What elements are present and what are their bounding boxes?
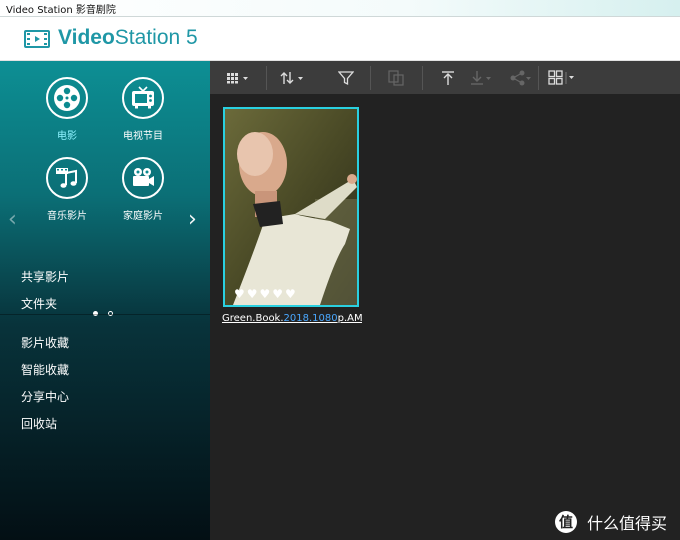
category-label: 音乐影片 [47, 211, 87, 222]
toolbar-separator [422, 66, 423, 90]
watermark: 值 什么值得买 [555, 510, 667, 534]
toolbar-separator [370, 66, 371, 90]
copy-icon [388, 69, 404, 86]
video-title-link[interactable]: Green.Book.2018.1080p.AM... [222, 313, 362, 324]
rating-hearts[interactable]: ♥♥♥♥♥ [234, 287, 298, 301]
sidebar-divider [0, 314, 210, 315]
toolbar [210, 61, 680, 94]
category-music-videos[interactable]: 音乐影片 [31, 157, 103, 222]
download-icon [471, 70, 491, 85]
layout-button[interactable] [546, 61, 580, 94]
upload-icon [442, 70, 454, 85]
film-reel-icon [46, 77, 88, 119]
sidebar-item-shared-videos[interactable]: 共享影片 [21, 268, 69, 285]
video-thumbnail[interactable]: ♥♥♥♥♥ [223, 107, 359, 307]
category-tv[interactable]: 电视节目 [107, 77, 179, 142]
category-home-videos[interactable]: 家庭影片 [107, 157, 179, 222]
grid-view-icon [227, 72, 248, 83]
filter-icon [338, 70, 354, 85]
content-area: ♥♥♥♥♥ Green.Book.2018.1080p.AM... [210, 94, 680, 540]
carousel-prev-icon[interactable]: ‹ [8, 207, 17, 232]
download-button[interactable] [466, 61, 496, 94]
music-video-icon [46, 157, 88, 199]
sidebar: ‹ › 电影 电视节目 音乐影片 家庭影片 共享影片 文件夹 影片收藏 智能收藏… [0, 61, 210, 540]
sidebar-item-folders[interactable]: 文件夹 [21, 295, 57, 312]
copy-button[interactable] [382, 61, 410, 94]
carousel-next-icon[interactable]: › [188, 207, 197, 232]
sidebar-item-share-center[interactable]: 分享中心 [21, 388, 69, 405]
layout-icon [548, 69, 574, 85]
category-label: 电视节目 [123, 131, 163, 142]
carousel-pagination [93, 301, 123, 320]
sort-button[interactable] [276, 61, 310, 94]
share-icon [510, 70, 531, 85]
grid-view-button[interactable] [224, 61, 254, 94]
poster-image [225, 109, 357, 305]
sidebar-item-smart-collections[interactable]: 智能收藏 [21, 361, 69, 378]
toolbar-separator [538, 66, 539, 90]
film-logo-icon [24, 30, 50, 48]
video-camera-icon [122, 157, 164, 199]
upload-button[interactable] [434, 61, 462, 94]
category-label: 家庭影片 [123, 211, 163, 222]
sort-icon [280, 71, 303, 84]
tv-icon [122, 77, 164, 119]
category-movies[interactable]: 电影 [31, 77, 103, 142]
window-title: Video Station 影音剧院 [6, 5, 116, 16]
category-label: 电影 [57, 131, 77, 142]
sidebar-item-video-collections[interactable]: 影片收藏 [21, 334, 69, 351]
share-button[interactable] [506, 61, 536, 94]
watermark-logo: 值 [555, 511, 577, 533]
app-title: VideoStation 5 [58, 26, 198, 49]
toolbar-separator [266, 66, 267, 90]
filter-button[interactable] [332, 61, 360, 94]
sidebar-item-recycle-bin[interactable]: 回收站 [21, 415, 57, 432]
watermark-text: 什么值得买 [587, 514, 668, 533]
window-titlebar: Video Station 影音剧院 [0, 0, 680, 17]
app-header: VideoStation 5 [0, 17, 680, 61]
